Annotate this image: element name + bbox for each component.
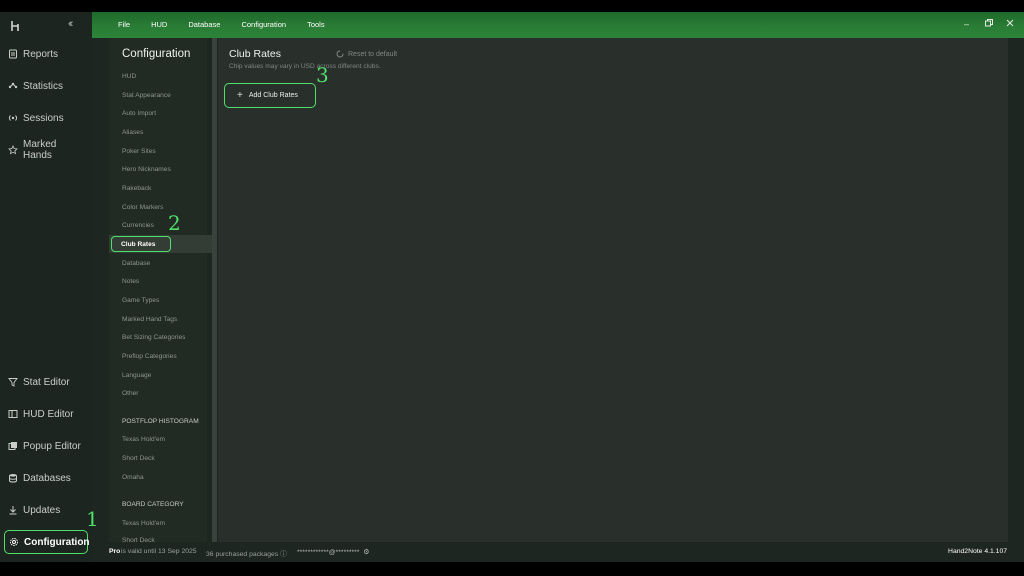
app-window: ‹‹ Reports Statistics Sessions Marked Ha… <box>0 12 1024 562</box>
nav-item-updates[interactable]: Updates <box>4 498 88 522</box>
nav-item-sessions[interactable]: Sessions <box>4 106 88 130</box>
collapse-nav-button[interactable]: ‹‹ <box>68 18 74 30</box>
account-label: ************@********* <box>297 549 360 556</box>
nav-item-label: Configuration <box>24 536 90 548</box>
statistics-icon <box>8 82 18 89</box>
club-rates-content: Club Rates Reset to default Chip values … <box>218 38 1008 542</box>
config-item-aliases[interactable]: Aliases <box>122 129 143 136</box>
restore-icon <box>985 19 993 27</box>
status-bar: Pro is valid until 13 Sep 2025 36 purcha… <box>92 542 1024 562</box>
info-icon: ⓘ <box>280 551 287 558</box>
config-item-currencies[interactable]: Currencies <box>122 222 154 229</box>
version-label: Hand2Note 4.1.107 <box>948 548 1007 555</box>
nav-item-configuration[interactable]: Configuration <box>4 530 90 554</box>
reset-label: Reset to default <box>348 50 398 58</box>
minimize-button[interactable]: – <box>964 19 969 29</box>
reset-to-default-button[interactable]: Reset to default <box>336 50 397 58</box>
nav-item-label: Popup Editor <box>23 440 81 452</box>
close-icon <box>1006 19 1014 27</box>
popup-editor-icon <box>8 442 17 450</box>
configuration-panel: Configuration HUD Stat Appearance Auto I… <box>109 38 212 542</box>
menu-bar: File HUD Database Configuration Tools <box>118 20 346 29</box>
menu-hud[interactable]: HUD <box>151 20 167 29</box>
database-icon <box>9 474 17 483</box>
configuration-title: Configuration <box>122 48 191 60</box>
config-item-board-holdem[interactable]: Texas Hold'em <box>122 520 165 527</box>
menu-file[interactable]: File <box>118 20 130 29</box>
packages-count[interactable]: 36 purchased packages ⓘ <box>206 548 287 558</box>
nav-item-label: Stat Editor <box>23 376 70 388</box>
account-email[interactable]: ************@********* ⚙ <box>297 548 369 556</box>
nav-item-databases[interactable]: Databases <box>4 466 88 490</box>
add-button-label: Add Club Rates <box>248 92 298 99</box>
menu-database[interactable]: Database <box>188 20 220 29</box>
plan-badge: Pro <box>109 548 121 555</box>
config-item-stat-appearance[interactable]: Stat Appearance <box>122 92 171 99</box>
close-button[interactable] <box>1006 19 1014 29</box>
config-item-hero-nicknames[interactable]: Hero Nicknames <box>122 166 171 173</box>
nav-item-popup-editor[interactable]: Popup Editor <box>4 434 88 458</box>
menu-tools[interactable]: Tools <box>307 20 325 29</box>
download-icon <box>9 506 17 515</box>
config-item-language[interactable]: Language <box>122 372 151 379</box>
config-item-other[interactable]: Other <box>122 390 139 397</box>
config-item-color-markers[interactable]: Color Markers <box>122 204 163 211</box>
config-item-postflop-omaha[interactable]: Omaha <box>122 474 144 481</box>
nav-item-label: Marked Hands <box>23 139 57 161</box>
config-item-game-types[interactable]: Game Types <box>122 297 159 304</box>
star-icon <box>8 145 18 155</box>
config-item-club-rates[interactable]: Club Rates <box>111 236 171 252</box>
plus-icon: + <box>237 90 243 101</box>
reports-icon <box>9 49 17 59</box>
step-marker-2: 2 <box>168 211 181 235</box>
license-valid-text: is valid until 13 Sep 2025 <box>121 548 197 555</box>
nav-item-label: Databases <box>23 472 71 484</box>
packages-label: 36 purchased packages <box>206 551 279 558</box>
left-nav: ‹‹ Reports Statistics Sessions Marked Ha… <box>0 12 92 562</box>
config-item-auto-import[interactable]: Auto Import <box>122 110 156 117</box>
step-marker-3: 3 <box>316 63 329 87</box>
nav-item-label: Updates <box>23 504 61 516</box>
config-item-hud[interactable]: HUD <box>122 73 136 80</box>
settings-icon: ⚙ <box>363 549 370 556</box>
sessions-icon <box>8 115 18 121</box>
nav-item-marked-hands[interactable]: Marked Hands <box>4 138 88 162</box>
nav-item-label: Statistics <box>23 80 64 92</box>
config-item-rakeback[interactable]: Rakeback <box>122 185 151 192</box>
page-subtitle: Chip values may vary in USD across diffe… <box>229 63 381 70</box>
nav-item-reports[interactable]: Reports <box>4 42 88 66</box>
nav-item-statistics[interactable]: Statistics <box>4 74 88 98</box>
config-scrollbar[interactable] <box>212 38 217 542</box>
nav-item-label: HUD Editor <box>23 408 74 420</box>
config-item-notes[interactable]: Notes <box>122 278 139 285</box>
add-club-rates-button[interactable]: + Add Club Rates <box>224 83 316 108</box>
config-item-postflop-holdem[interactable]: Texas Hold'em <box>122 436 165 443</box>
hud-editor-icon <box>8 410 18 418</box>
config-item-poker-sites[interactable]: Poker Sites <box>122 148 156 155</box>
nav-item-stat-editor[interactable]: Stat Editor <box>4 370 88 394</box>
nav-item-hud-editor[interactable]: HUD Editor <box>4 402 88 426</box>
page-title: Club Rates <box>229 48 281 60</box>
restore-button[interactable] <box>985 19 993 29</box>
nav-item-label: Reports <box>23 48 59 60</box>
config-item-postflop-short-deck[interactable]: Short Deck <box>122 455 155 462</box>
reset-icon <box>336 50 344 58</box>
step-marker-1: 1 <box>86 507 99 531</box>
gear-icon <box>10 538 18 546</box>
menu-configuration[interactable]: Configuration <box>241 20 286 29</box>
filter-icon <box>8 378 18 387</box>
app-logo-icon <box>10 20 20 32</box>
config-item-marked-hand-tags[interactable]: Marked Hand Tags <box>122 316 177 323</box>
section-board-category: BOARD CATEGORY <box>122 501 184 508</box>
section-postflop-histogram: POSTFLOP HISTOGRAM <box>122 418 199 425</box>
nav-item-label: Sessions <box>23 112 64 124</box>
config-item-preflop-categories[interactable]: Preflop Categories <box>122 353 177 360</box>
config-item-bet-sizing[interactable]: Bet Sizing Categories <box>122 334 185 341</box>
main-area: Configuration HUD Stat Appearance Auto I… <box>92 38 1024 562</box>
config-item-database[interactable]: Database <box>122 260 150 267</box>
